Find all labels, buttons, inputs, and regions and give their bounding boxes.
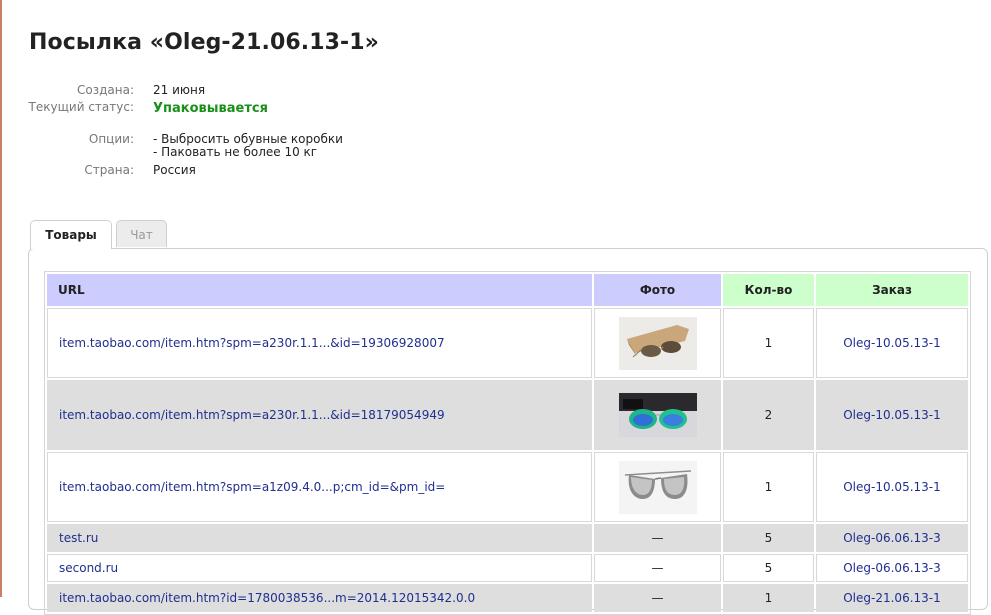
option-item: - Паковать не более 10 кг: [153, 145, 318, 159]
order-link[interactable]: Oleg-06.06.13-3: [843, 531, 941, 545]
photo-cell: [594, 452, 721, 522]
photo-cell: —: [594, 584, 721, 612]
item-url-link[interactable]: second.ru: [59, 561, 118, 575]
photo-cell: [594, 380, 721, 450]
qty-cell: 1: [723, 308, 814, 378]
options-list: - Выбросить обувные коробки - Паковать н…: [153, 133, 343, 159]
table-header-row: URL Фото Кол-во Заказ: [47, 274, 968, 306]
country-label: Страна:: [84, 163, 134, 177]
item-url-link[interactable]: test.ru: [59, 531, 98, 545]
tab-chat[interactable]: Чат: [116, 220, 167, 247]
item-url-link[interactable]: item.taobao.com/item.htm?id=1780038536..…: [59, 591, 475, 605]
url-cell: item.taobao.com/item.htm?spm=a230r.1.1..…: [47, 308, 592, 378]
item-url-link[interactable]: item.taobao.com/item.htm?spm=a1z09.4.0..…: [59, 480, 445, 494]
photo-cell: [594, 308, 721, 378]
order-link[interactable]: Oleg-06.06.13-3: [843, 561, 941, 575]
column-header-order: Заказ: [816, 274, 968, 306]
order-cell: Oleg-10.05.13-1: [816, 380, 968, 450]
silver-aviator-photo[interactable]: [618, 460, 697, 514]
order-link[interactable]: Oleg-10.05.13-1: [843, 336, 941, 350]
table-row: item.taobao.com/item.htm?spm=a230r.1.1..…: [47, 308, 968, 378]
options-label: Опции:: [88, 132, 134, 146]
table-row: item.taobao.com/item.htm?spm=a1z09.4.0..…: [47, 452, 968, 522]
order-cell: Oleg-06.06.13-3: [816, 524, 968, 552]
table-row: second.ru — 5 Oleg-06.06.13-3: [47, 554, 968, 582]
created-label: Создана:: [77, 83, 134, 97]
goods-table-container: URL Фото Кол-во Заказ item.taobao.com/it…: [44, 271, 971, 615]
url-cell: second.ru: [47, 554, 592, 582]
table-row: item.taobao.com/item.htm?id=1780038536..…: [47, 584, 968, 612]
table-row: test.ru — 5 Oleg-06.06.13-3: [47, 524, 968, 552]
status-value: Упаковывается: [153, 101, 268, 116]
item-url-link[interactable]: item.taobao.com/item.htm?spm=a230r.1.1..…: [59, 408, 445, 422]
qty-cell: 5: [723, 524, 814, 552]
photo-cell: —: [594, 524, 721, 552]
table-row: item.taobao.com/item.htm?spm=a230r.1.1..…: [47, 380, 968, 450]
goods-table: URL Фото Кол-во Заказ item.taobao.com/it…: [45, 272, 970, 614]
order-link[interactable]: Oleg-21.06.13-1: [843, 591, 941, 605]
order-cell: Oleg-10.05.13-1: [816, 452, 968, 522]
item-url-link[interactable]: item.taobao.com/item.htm?spm=a230r.1.1..…: [59, 336, 445, 350]
column-header-url: URL: [47, 274, 592, 306]
status-label: Текущий статус:: [28, 100, 134, 114]
order-cell: Oleg-10.05.13-1: [816, 308, 968, 378]
qty-cell: 2: [723, 380, 814, 450]
country-value: Россия: [153, 163, 196, 177]
sunglasses-with-case-photo[interactable]: [618, 316, 697, 370]
url-cell: test.ru: [47, 524, 592, 552]
created-value: 21 июня: [153, 83, 206, 97]
url-cell: item.taobao.com/item.htm?id=1780038536..…: [47, 584, 592, 612]
photo-cell: —: [594, 554, 721, 582]
url-cell: item.taobao.com/item.htm?spm=a1z09.4.0..…: [47, 452, 592, 522]
order-cell: Oleg-21.06.13-1: [816, 584, 968, 612]
page-title: Посылка «Oleg-21.06.13-1»: [29, 30, 379, 55]
qty-cell: 1: [723, 584, 814, 612]
order-link[interactable]: Oleg-10.05.13-1: [843, 408, 941, 422]
qty-cell: 1: [723, 452, 814, 522]
mirrored-aviator-photo[interactable]: [618, 393, 697, 437]
order-link[interactable]: Oleg-10.05.13-1: [843, 480, 941, 494]
url-cell: item.taobao.com/item.htm?spm=a230r.1.1..…: [47, 380, 592, 450]
qty-cell: 5: [723, 554, 814, 582]
column-header-qty: Кол-во: [723, 274, 814, 306]
column-header-photo: Фото: [594, 274, 721, 306]
tab-goods[interactable]: Товары: [30, 220, 112, 249]
goods-panel: URL Фото Кол-во Заказ item.taobao.com/it…: [28, 248, 988, 615]
order-cell: Oleg-06.06.13-3: [816, 554, 968, 582]
